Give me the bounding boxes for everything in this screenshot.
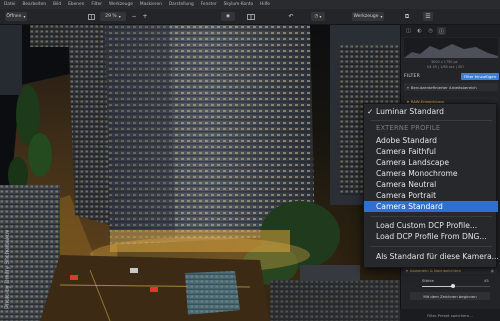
menu-bild[interactable]: Bild (53, 2, 61, 7)
history-button[interactable]: ◷ ▾ (311, 12, 325, 21)
menu-maskieren[interactable]: Maskieren (140, 2, 162, 7)
photo-canvas[interactable]: Photo by Dmitry Shcherbakov (0, 25, 400, 321)
compare-eye-button[interactable]: ◉ (221, 12, 235, 21)
start-drawing-button[interactable]: Mit dem Zeichnen beginnen (410, 292, 490, 300)
menu-item-label: Als Standard für diese Kamera... (376, 252, 499, 261)
save-preset-bar[interactable]: Filter-Preset speichern... (400, 309, 500, 321)
menu-skylum-konto[interactable]: Skylum-Konto (224, 2, 254, 7)
strength-label: Stärke (422, 279, 434, 283)
dodge-burn-title: Abwedeln & Nachbelichten (409, 267, 462, 273)
menu-separator (370, 120, 492, 121)
chevron-down-icon: ▾ (118, 14, 121, 19)
panel-tabs: ◫ ◐ ◷ ⓘ (401, 25, 500, 37)
menu-item-camera-faithful[interactable]: Camera Faithful (364, 146, 498, 157)
chevron-down-icon: ▾ (407, 84, 409, 90)
chevron-down-icon: ▾ (406, 267, 408, 273)
filter-title: FILTER (404, 74, 421, 79)
profile-dropdown-menu: ✓ Luminar Standard EXTERNE PROFILE Adobe… (363, 103, 499, 268)
chevron-down-icon: ▾ (380, 14, 383, 19)
compare-split-icon[interactable] (246, 12, 256, 21)
workspace-selector-label: Benutzerdefinierter Arbeitsbereich (410, 84, 477, 90)
palette-icon[interactable]: ◐ (415, 27, 424, 35)
filter-header: FILTER Filter hinzufügen (401, 72, 500, 81)
filters-toggle-icon[interactable]: ☰ (423, 12, 433, 21)
menu-item-load-dcp-from-dng[interactable]: Load DCP Profile From DNG... (364, 231, 498, 242)
menu-item-label: Load Custom DCP Profile... (376, 221, 478, 230)
menu-item-label: Adobe Standard (376, 136, 437, 145)
menu-bearbeiten[interactable]: Bearbeiten (22, 2, 46, 7)
add-filter-button[interactable]: Filter hinzufügen (461, 73, 499, 80)
city-photo (0, 25, 400, 321)
menu-item-label: Camera Faithful (376, 147, 437, 156)
strength-value: 45 (484, 279, 489, 283)
start-drawing-label: Mit dem Zeichnen beginnen (423, 293, 477, 299)
menu-item-label: Camera Monochrome (376, 169, 458, 178)
zoom-out-icon[interactable]: − (129, 12, 139, 21)
menu-filter[interactable]: Filter (91, 2, 102, 7)
menu-werkzeuge[interactable]: Werkzeuge (109, 2, 133, 7)
workspace-selector[interactable]: ▾ Benutzerdefinierter Arbeitsbereich (404, 83, 498, 91)
menu-separator (370, 216, 492, 217)
workspace-dropdown[interactable]: Werkzeuge ▾ (352, 12, 384, 21)
workspace-label: Werkzeuge (353, 14, 379, 19)
menu-bar: Datei Bearbeiten Bild Ebenen Filter Werk… (0, 0, 500, 9)
menu-item-camera-landscape[interactable]: Camera Landscape (364, 157, 498, 168)
strength-slider-knob[interactable] (451, 284, 455, 288)
menu-item-label: Camera Neutral (376, 180, 437, 189)
open-button[interactable]: Öffnen ▾ (5, 12, 27, 21)
image-info-line1: 3000 x 1750 px (431, 60, 458, 64)
menu-fenster[interactable]: Fenster (201, 2, 217, 7)
chevron-down-icon: ▾ (23, 14, 26, 19)
image-info-line2: f/4.55 | 1/60 sec | ISO (427, 65, 464, 69)
info-icon[interactable]: ⓘ (437, 27, 446, 35)
eye-icon: ◉ (226, 14, 230, 19)
chevron-down-icon: ▾ (319, 14, 322, 19)
menu-item-camera-standard[interactable]: Camera Standard (364, 201, 498, 212)
menu-item-label: Camera Standard (376, 202, 443, 211)
menu-item-label: Luminar Standard (376, 107, 444, 116)
zoom-in-icon[interactable]: + (140, 12, 150, 21)
grid-icon[interactable] (86, 12, 96, 21)
clock-icon: ◷ (314, 14, 319, 19)
menu-hilfe[interactable]: Hilfe (260, 2, 270, 7)
strength-slider-fill (422, 286, 452, 287)
eye-icon[interactable]: ◉ (491, 268, 494, 273)
zoom-value: 29 % (105, 14, 117, 19)
menu-item-label: Camera Portrait (376, 191, 437, 200)
undo-icon[interactable]: ↶ (286, 12, 296, 21)
menu-item-label: Load DCP Profile From DNG... (376, 232, 487, 241)
menu-item-load-custom-dcp[interactable]: Load Custom DCP Profile... (364, 220, 498, 231)
layers-icon[interactable]: ◫ (404, 27, 413, 35)
menu-item-luminar-standard[interactable]: ✓ Luminar Standard (364, 106, 498, 117)
zoom-dropdown[interactable]: 29 % ▾ (100, 12, 126, 21)
strength-slider[interactable] (422, 284, 490, 288)
menu-item-camera-monochrome[interactable]: Camera Monochrome (364, 168, 498, 179)
menu-item-adobe-standard[interactable]: Adobe Standard (364, 135, 498, 146)
checkmark-icon: ✓ (367, 107, 374, 116)
menu-item-camera-portrait[interactable]: Camera Portrait (364, 190, 498, 201)
menu-datei[interactable]: Datei (4, 2, 15, 7)
menu-item-set-default[interactable]: Als Standard für diese Kamera... (364, 251, 499, 262)
menu-separator (370, 246, 492, 247)
save-preset-label: Filter-Preset speichern... (427, 312, 473, 318)
external-profiles-header: EXTERNE PROFILE (376, 124, 441, 132)
menu-ebenen[interactable]: Ebenen (68, 2, 84, 7)
clock-icon[interactable]: ◷ (426, 27, 435, 35)
open-button-label: Öffnen (6, 14, 22, 19)
histogram (404, 38, 498, 58)
menu-item-camera-neutral[interactable]: Camera Neutral (364, 179, 498, 190)
menu-item-label: Camera Landscape (376, 158, 450, 167)
photo-credit: Photo by Dmitry Shcherbakov (5, 229, 11, 309)
layers-toggle-icon[interactable]: ⧉ (402, 12, 412, 21)
menu-darstellung[interactable]: Darstellung (169, 2, 194, 7)
toolbar: Öffnen ▾ 29 % ▾ − + ◉ ↶ ◷ ▾ Werkzeuge ▾ … (0, 9, 500, 25)
